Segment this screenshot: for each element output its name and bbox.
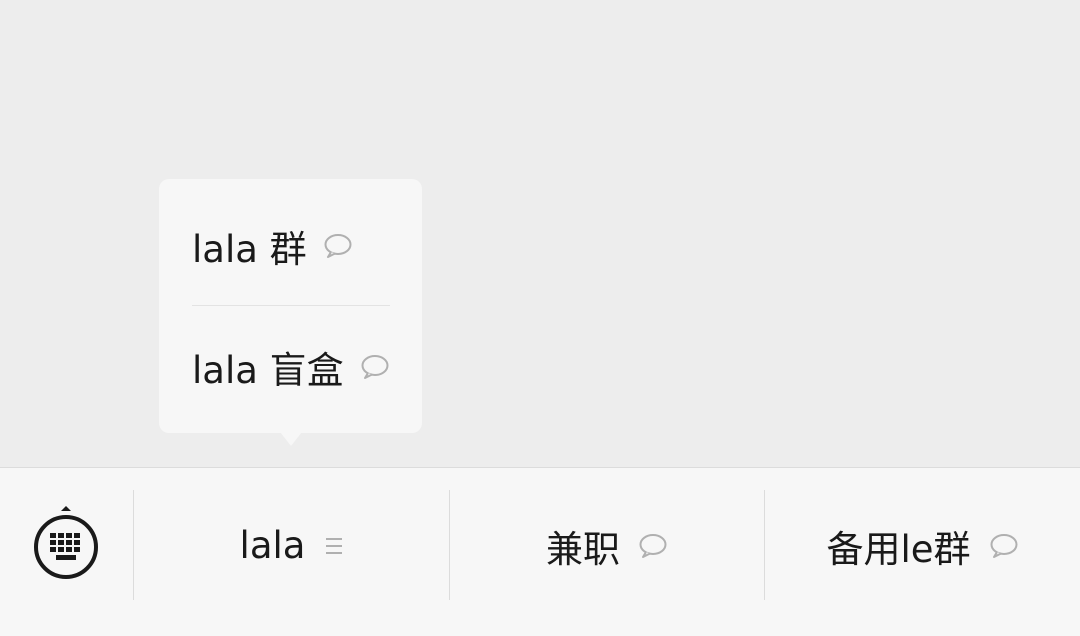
menu-item-label: 兼职 bbox=[546, 527, 620, 571]
chat-bubble-icon bbox=[360, 354, 390, 380]
menu-item-part-time[interactable]: 兼职 bbox=[450, 468, 764, 623]
submenu-item-lala-group[interactable]: lala 群 bbox=[159, 185, 422, 307]
keyboard-toggle-icon bbox=[34, 506, 98, 579]
menu-item-label: lala bbox=[239, 524, 306, 567]
menu-item-lala[interactable]: lala bbox=[134, 468, 449, 623]
menu-item-label: 备用le群 bbox=[826, 527, 971, 571]
submenu-item-label: lala 盲盒 bbox=[192, 349, 344, 392]
keyboard-toggle-button[interactable] bbox=[0, 468, 133, 636]
chat-bubble-icon bbox=[989, 533, 1019, 559]
submenu-popup: lala 群 lala 盲盒 bbox=[159, 179, 422, 433]
submenu-pointer bbox=[280, 432, 302, 446]
chat-bubble-icon bbox=[323, 233, 353, 259]
submenu-list-icon bbox=[325, 537, 343, 555]
submenu-item-lala-blindbox[interactable]: lala 盲盒 bbox=[159, 306, 422, 428]
official-account-menu-bar: lala 兼职 备用le群 bbox=[0, 467, 1080, 636]
menu-item-backup-group[interactable]: 备用le群 bbox=[765, 468, 1080, 623]
submenu-item-label: lala 群 bbox=[192, 228, 307, 271]
chat-bubble-icon bbox=[638, 533, 668, 559]
